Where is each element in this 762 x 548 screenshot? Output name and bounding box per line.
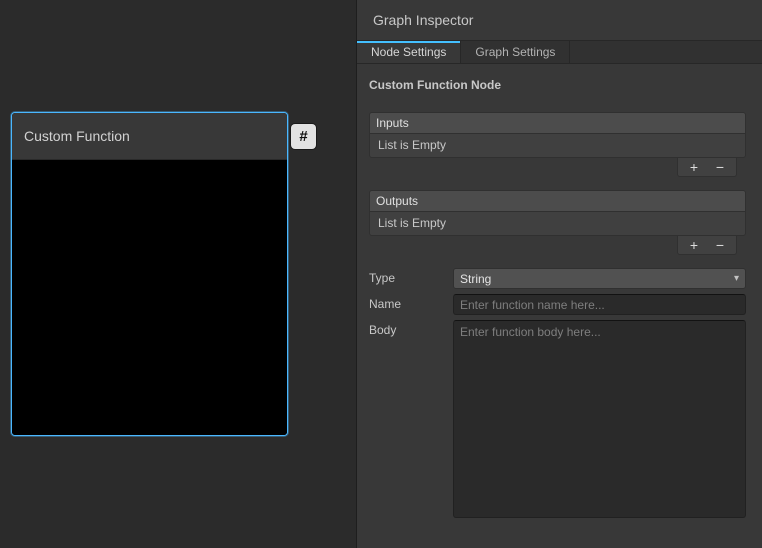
name-input[interactable]	[453, 294, 746, 315]
tab-node-settings[interactable]: Node Settings	[357, 41, 461, 63]
custom-function-node[interactable]: Custom Function	[11, 112, 288, 436]
outputs-list: Outputs List is Empty + −	[369, 190, 746, 255]
tab-bar: Node Settings Graph Settings	[357, 40, 762, 64]
outputs-empty-row: List is Empty	[369, 212, 746, 236]
tab-graph-settings[interactable]: Graph Settings	[461, 41, 570, 63]
outputs-list-header[interactable]: Outputs	[369, 190, 746, 212]
body-field-row: Body	[369, 320, 746, 518]
node-hash-badge[interactable]: #	[291, 124, 316, 149]
shader-graph-window: Custom Function # Graph Inspector Node S…	[0, 0, 762, 548]
inspector-header[interactable]: Graph Inspector	[357, 0, 762, 40]
type-label: Type	[369, 268, 453, 289]
node-title: Custom Function	[12, 113, 287, 160]
inputs-remove-button[interactable]: −	[707, 159, 733, 175]
section-title: Custom Function Node	[369, 78, 750, 92]
type-dropdown-value: String	[460, 272, 491, 286]
graph-inspector-panel: Graph Inspector Node Settings Graph Sett…	[356, 0, 762, 548]
inputs-empty-row: List is Empty	[369, 134, 746, 158]
body-label: Body	[369, 320, 453, 341]
inputs-list-footer: + −	[677, 158, 737, 177]
graph-canvas[interactable]: Custom Function #	[0, 0, 356, 548]
inputs-list-header[interactable]: Inputs	[369, 112, 746, 134]
outputs-add-button[interactable]: +	[681, 237, 707, 253]
inputs-add-button[interactable]: +	[681, 159, 707, 175]
name-field-row: Name	[369, 294, 746, 315]
outputs-list-footer: + −	[677, 236, 737, 255]
chevron-down-icon: ▾	[734, 273, 739, 284]
inputs-list: Inputs List is Empty + −	[369, 112, 746, 177]
outputs-remove-button[interactable]: −	[707, 237, 733, 253]
body-textarea[interactable]	[453, 320, 746, 518]
tab-bar-filler	[570, 41, 762, 63]
type-dropdown[interactable]: String ▾	[453, 268, 746, 289]
name-label: Name	[369, 294, 453, 315]
type-field-row: Type String ▾	[369, 268, 746, 289]
node-preview-area	[12, 160, 287, 435]
inspector-title: Graph Inspector	[373, 12, 473, 28]
